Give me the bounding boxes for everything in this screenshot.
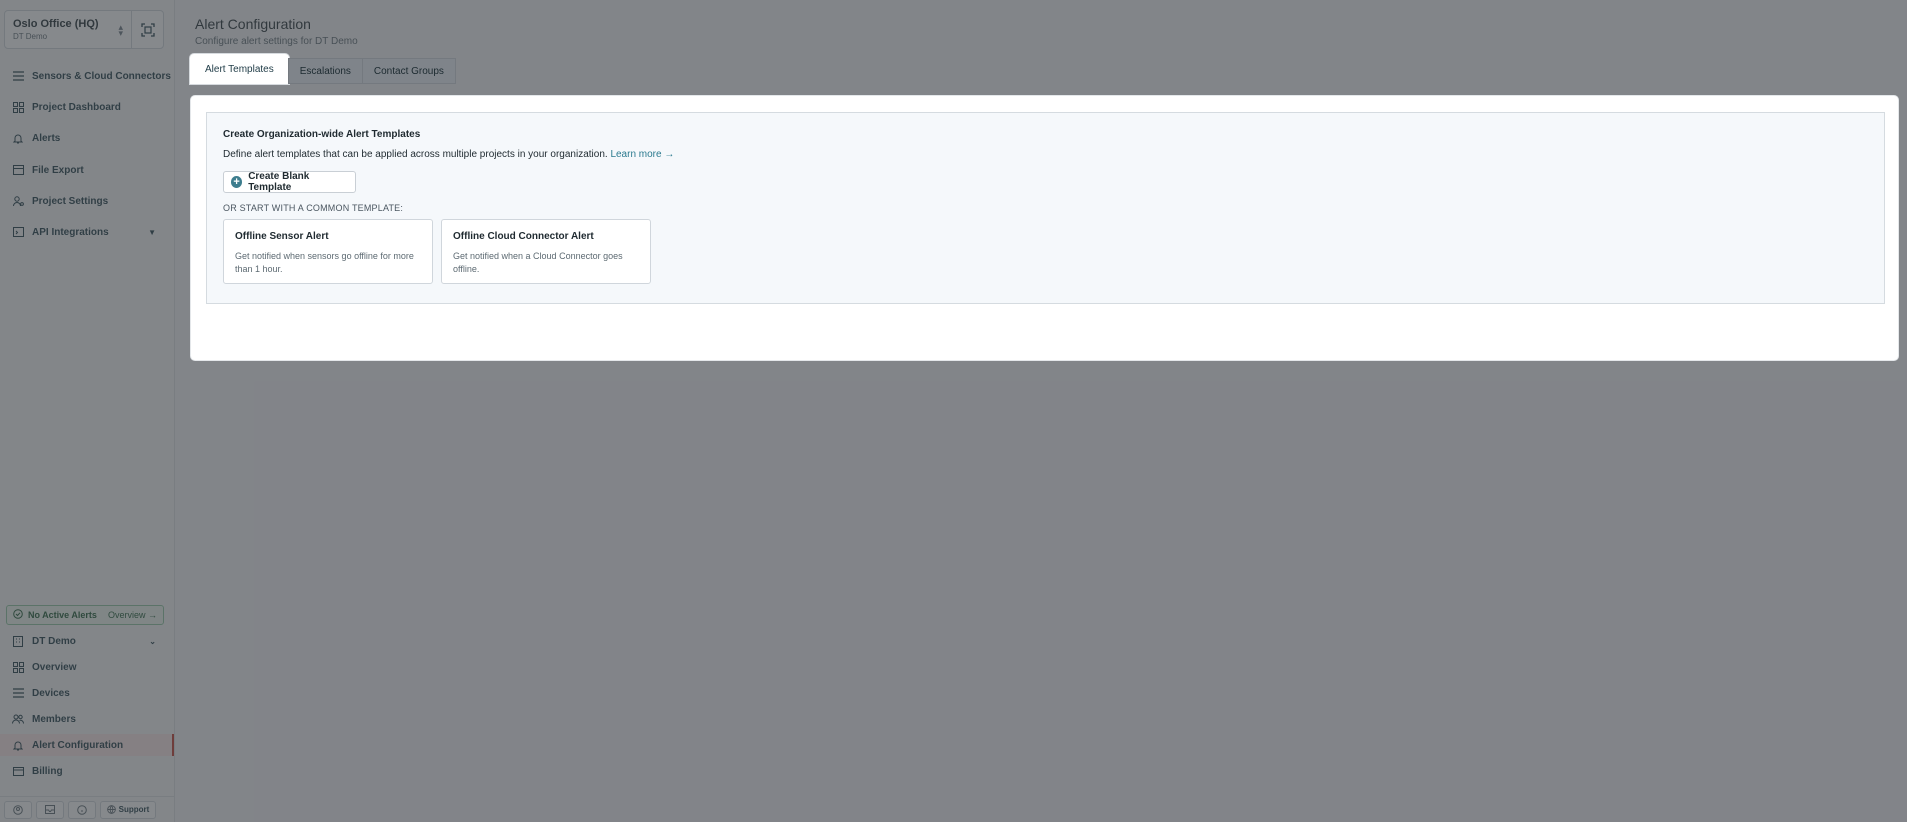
help-circle-icon <box>77 804 87 815</box>
nav-label: Billing <box>32 765 63 777</box>
plus-circle-icon: + <box>231 176 243 188</box>
nav-alerts[interactable]: Alerts <box>0 127 174 149</box>
org-switcher-main[interactable]: Oslo Office (HQ) DT Demo ▴ ▾ <box>5 11 131 48</box>
org-subtitle: DT Demo <box>13 32 48 41</box>
nav-label: Members <box>32 713 76 725</box>
chevron-down-icon: ⌄ <box>149 637 156 646</box>
support-label: Support <box>118 805 150 814</box>
create-blank-template-label: Create Blank Template <box>248 171 310 193</box>
create-blank-template-button[interactable]: + Create Blank Template <box>223 171 356 193</box>
globe-icon <box>106 805 116 814</box>
check-circle-icon <box>13 609 23 621</box>
calendar-icon <box>12 164 24 176</box>
inbox-button[interactable] <box>36 800 64 819</box>
nav-label: Overview <box>32 661 77 673</box>
nav-devices[interactable]: Devices <box>0 682 174 704</box>
user-circle-icon <box>13 804 23 815</box>
scan-button[interactable] <box>131 11 163 48</box>
nav-billing[interactable]: Billing <box>0 760 174 782</box>
nav-sensors-cloud-connectors[interactable]: Sensors & Cloud Connectors <box>0 65 174 87</box>
support-button[interactable]: Support <box>100 800 156 819</box>
org-name: Oslo Office (HQ) <box>13 18 99 30</box>
card-description-text: Define alert templates that can be appli… <box>223 149 608 160</box>
caret-down-icon: ▼ <box>148 228 156 237</box>
help-button[interactable] <box>68 800 96 819</box>
chevron-updown-icon: ▴ ▾ <box>118 22 123 38</box>
users-icon <box>12 713 24 725</box>
list-icon <box>12 687 24 699</box>
nav-label: DT Demo <box>32 635 76 647</box>
template-description: Get notified when sensors go offline for… <box>235 251 414 274</box>
overview-link[interactable]: Overview → <box>108 610 157 620</box>
tab-bar: Alert Templates Escalations Contact Grou… <box>190 54 456 84</box>
page-title: Alert Configuration <box>195 16 311 32</box>
nav-label: Project Dashboard <box>32 101 121 113</box>
card-icon <box>12 765 24 777</box>
building-icon <box>12 635 24 647</box>
nav-label: Project Settings <box>32 195 109 207</box>
template-offline-sensor-alert[interactable]: Offline Sensor Alert Get notified when s… <box>223 219 433 284</box>
page-subtitle: Configure alert settings for DT Demo <box>195 36 358 47</box>
grid-icon <box>12 661 24 673</box>
inbox-icon <box>45 805 55 814</box>
nav-label: Alert Configuration <box>32 739 124 751</box>
nav-label: API Integrations <box>32 226 109 238</box>
template-title: Offline Sensor Alert <box>235 231 329 242</box>
nav-file-export[interactable]: File Export <box>0 159 174 181</box>
nav-label: Devices <box>32 687 70 699</box>
nav-api-integrations[interactable]: API Integrations ▼ <box>0 221 174 243</box>
tab-alert-templates[interactable]: Alert Templates <box>190 54 289 84</box>
user-gear-icon <box>12 195 24 207</box>
org-switcher[interactable]: Oslo Office (HQ) DT Demo ▴ ▾ <box>4 10 164 49</box>
nav-overview[interactable]: Overview <box>0 656 174 678</box>
card-description: Define alert templates that can be appli… <box>223 149 674 160</box>
tab-contact-groups[interactable]: Contact Groups <box>361 58 456 84</box>
sidebar: Oslo Office (HQ) DT Demo ▴ ▾ Sensors & Cl… <box>0 0 175 822</box>
card-title: Create Organization-wide Alert Templates <box>223 129 421 140</box>
nav-project-dashboard[interactable]: Project Dashboard <box>0 96 174 118</box>
nav-alert-configuration[interactable]: Alert Configuration <box>0 734 174 756</box>
nav-members[interactable]: Members <box>0 708 174 730</box>
bell-icon <box>12 132 24 144</box>
nav-project-dt-demo[interactable]: DT Demo ⌄ <box>0 630 174 652</box>
alert-templates-panel: Create Organization-wide Alert Templates… <box>190 95 1899 361</box>
alerts-status-label: No Active Alerts <box>28 610 97 620</box>
account-button[interactable] <box>4 800 32 819</box>
template-title: Offline Cloud Connector Alert <box>453 231 594 242</box>
bell-icon <box>12 739 24 751</box>
tab-escalations[interactable]: Escalations <box>287 58 363 84</box>
nav-project-settings[interactable]: Project Settings <box>0 190 174 212</box>
common-template-label: OR START WITH A COMMON TEMPLATE: <box>223 203 404 213</box>
template-description: Get notified when a Cloud Connector goes… <box>453 251 623 274</box>
nav-label: Alerts <box>32 132 61 144</box>
learn-more-link[interactable]: Learn more → <box>610 149 674 160</box>
template-offline-cloud-connector-alert[interactable]: Offline Cloud Connector Alert Get notifi… <box>441 219 651 284</box>
sidebar-bottom-bar: Support <box>0 796 174 822</box>
grid-icon <box>12 101 24 113</box>
org-templates-card: Create Organization-wide Alert Templates… <box>206 112 1885 304</box>
scan-icon <box>140 22 155 37</box>
nav-label: Sensors & Cloud Connectors <box>32 70 171 82</box>
nav-label: File Export <box>32 164 84 176</box>
code-icon <box>12 226 24 238</box>
no-active-alerts-pill[interactable]: No Active Alerts Overview → <box>6 605 164 625</box>
list-icon <box>12 70 24 82</box>
